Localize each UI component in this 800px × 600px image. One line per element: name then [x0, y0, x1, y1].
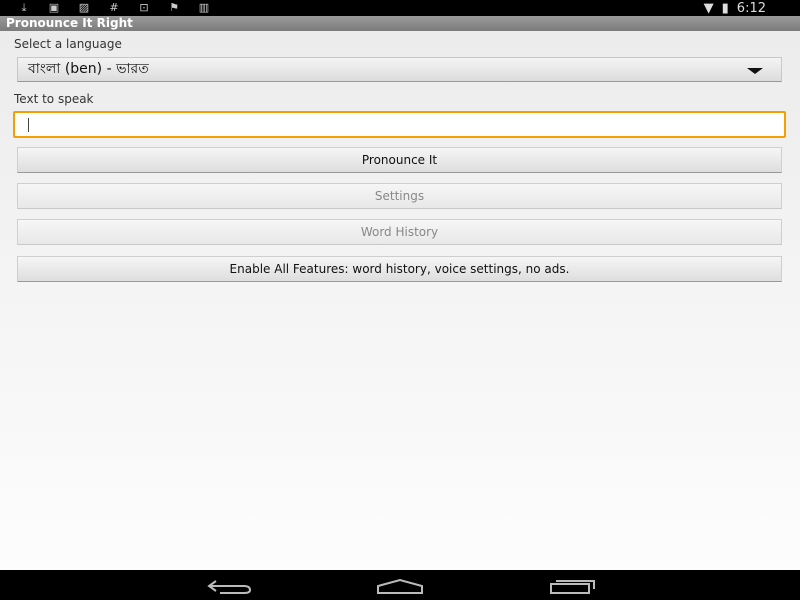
language-spinner[interactable]: বাংলা (ben) - ভারত [17, 57, 782, 82]
dropdown-arrow-icon [747, 68, 763, 74]
recent-apps-icon [550, 580, 595, 594]
language-value: বাংলা (ben) - ভারত [28, 61, 149, 77]
home-button[interactable] [376, 578, 424, 598]
pronounce-button[interactable]: Pronounce It [17, 147, 782, 173]
language-label: Select a language [14, 37, 122, 51]
hash-icon: # [109, 1, 119, 14]
word-history-button[interactable]: Word History [17, 219, 782, 245]
app-title: Pronounce It Right [0, 16, 800, 31]
navigation-bar [0, 570, 800, 600]
flag-icon: ⚑ [169, 1, 179, 14]
enable-features-button[interactable]: Enable All Features: word history, voice… [17, 256, 782, 282]
wifi-icon: ▼ [703, 0, 714, 16]
recent-apps-button[interactable] [548, 578, 596, 598]
photo-icon: ▣ [48, 1, 60, 14]
download-icon: ⤓ [21, 1, 27, 14]
barcode-icon: ▥ [198, 1, 210, 14]
text-to-speak-field[interactable] [13, 111, 786, 138]
text-to-speak-input[interactable] [15, 113, 784, 136]
main-content: Select a language বাংলা (ben) - ভারত Tex… [0, 31, 800, 570]
settings-button[interactable]: Settings [17, 183, 782, 209]
save-icon: ⊡ [139, 1, 149, 14]
back-icon [207, 580, 252, 594]
clock: 6:12 [736, 0, 766, 16]
text-cursor [28, 118, 29, 132]
back-button[interactable] [206, 578, 252, 598]
gallery-icon: ▨ [78, 1, 90, 14]
home-icon [377, 578, 423, 594]
text-label: Text to speak [14, 92, 94, 106]
battery-charging-icon: ▮ [721, 0, 729, 16]
status-bar: ⤓ ▣ ▨ # ⊡ ⚑ ▥ ▼ ▮ 6:12 [0, 0, 800, 16]
